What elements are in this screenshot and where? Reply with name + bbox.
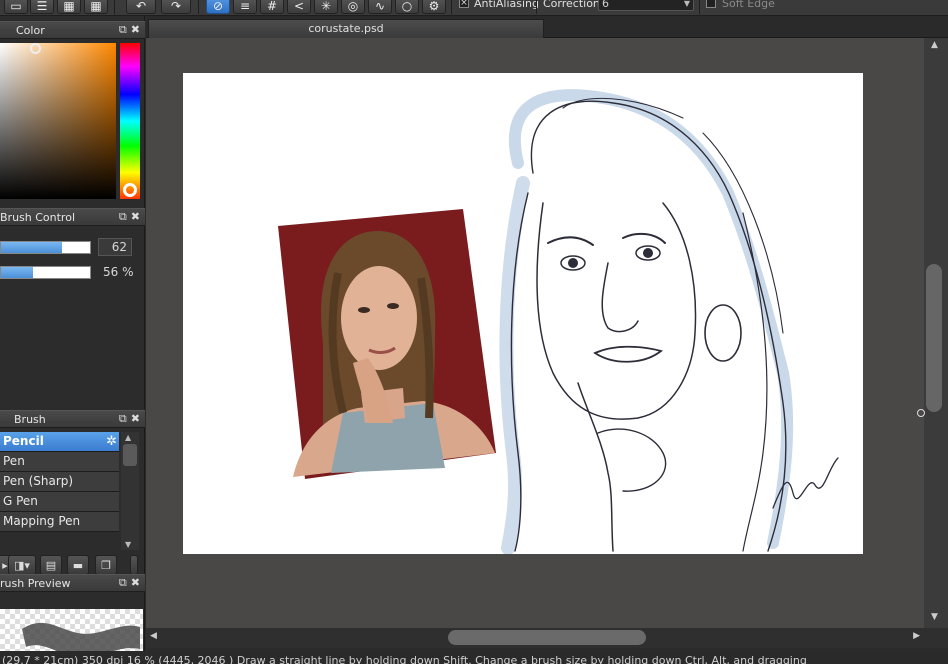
document-tab-title: corustate.psd — [308, 22, 384, 35]
popout-icon[interactable]: ⧉ — [119, 576, 127, 589]
brush-item-pencil[interactable]: Pencil ✲ — [0, 432, 119, 452]
panel-resize-handle[interactable] — [130, 555, 138, 575]
horizontal-scroll-thumb[interactable] — [448, 630, 646, 645]
status-text: (29.7 * 21cm) 350 dpi 16 % (4445, 2046 )… — [2, 654, 807, 664]
gear-icon[interactable]: ✲ — [106, 432, 117, 451]
brush-density-slider[interactable] — [0, 266, 91, 279]
brush-preview-title: rush Preview — [0, 577, 71, 590]
soft-edge-checkbox[interactable] — [706, 0, 716, 8]
hue-slider[interactable] — [120, 43, 140, 199]
document-tab-strip: corustate.psd — [146, 16, 948, 38]
canvas-vertical-scrollbar[interactable]: ▲ ▼ — [917, 38, 948, 628]
brush-control-header: Brush Control ⧉ ✖ — [0, 208, 145, 226]
parallel-lines-icon[interactable]: ≡ — [233, 0, 257, 14]
toolbar-divider — [699, 0, 700, 14]
scroll-down-icon[interactable]: ▼ — [125, 540, 131, 549]
folder-icon[interactable]: ▬ — [67, 555, 89, 575]
toolbar-divider — [451, 0, 452, 14]
color-panel-header: Color ⧉ ✖ — [0, 21, 145, 39]
brush-density-fill — [1, 267, 34, 278]
scroll-left-icon[interactable]: ◀ — [150, 631, 157, 641]
canvas-horizontal-scrollbar[interactable]: ◀ ▶ — [146, 628, 948, 648]
canvas-workspace[interactable] — [146, 38, 924, 628]
toolbar-divider — [536, 0, 537, 14]
hue-handle[interactable] — [123, 183, 137, 197]
chevron-down-icon: ▼ — [683, 0, 690, 8]
soft-edge-label: Soft Edge — [722, 0, 775, 10]
brush-size-value[interactable]: 62 — [98, 238, 132, 256]
scroll-up-icon[interactable]: ▲ — [125, 433, 131, 442]
antialiasing-checkbox[interactable]: × — [459, 0, 469, 8]
brush-list: Pencil ✲ Pen Pen (Sharp) G Pen Mapping P… — [0, 432, 119, 532]
brush-item-pen-sharp[interactable]: Pen (Sharp) — [0, 472, 119, 492]
scroll-thumb[interactable] — [123, 444, 137, 466]
radial-lines-icon[interactable]: ✳ — [314, 0, 338, 14]
vanishing-point-icon[interactable]: < — [287, 0, 311, 14]
color-picker-handle[interactable] — [30, 43, 41, 54]
antialiasing-label: AntiAliasing — [474, 0, 539, 10]
brush-item-label: Pen (Sharp) — [3, 474, 74, 488]
popout-icon[interactable]: ⧉ — [119, 412, 127, 425]
crosshatch-icon[interactable]: # — [260, 0, 284, 14]
close-icon[interactable]: ✖ — [131, 210, 140, 223]
brush-item-label: Mapping Pen — [3, 514, 81, 528]
color-saturation-square[interactable] — [0, 43, 116, 199]
brush-size-slider[interactable] — [0, 241, 91, 254]
brush-item-label: Pencil — [3, 434, 44, 448]
new-brush-icon[interactable]: ▤ — [40, 555, 62, 575]
brush-control-title: Brush Control — [0, 211, 76, 224]
settings-icon[interactable]: ⚙ — [422, 0, 446, 14]
correction-select[interactable]: 6 ▼ — [598, 0, 694, 11]
left-panels: Color ⧉ ✖ Brush Control ⧉ ✖ 62 56 % Brush … — [0, 16, 145, 664]
close-icon[interactable]: ✖ — [131, 412, 140, 425]
brush-item-mapping-pen[interactable]: Mapping Pen — [0, 512, 119, 532]
popout-icon[interactable]: ⧉ — [119, 23, 127, 36]
top-toolbar: ▭ ☰ ▦ ▦ ↶ ↷ ⊘ ≡ # < ✳ ◎ ∿ ○ ⚙ × AntiAlia… — [0, 0, 948, 16]
toolbar-divider — [114, 0, 115, 14]
brush-list-scrollbar[interactable]: ▲ ▼ — [121, 432, 139, 550]
undo-icon[interactable]: ↶ — [126, 0, 156, 14]
close-icon[interactable]: ✖ — [131, 23, 140, 36]
close-icon[interactable]: ✖ — [131, 576, 140, 589]
brush-type-dropdown[interactable]: ◨▾ — [8, 555, 36, 575]
redo-icon[interactable]: ↷ — [161, 0, 191, 14]
reference-photo — [278, 209, 496, 479]
duplicate-icon[interactable]: ❐ — [95, 555, 117, 575]
brush-size-fill — [1, 242, 63, 253]
ruler-off-icon[interactable]: ⊘ — [206, 0, 230, 14]
scroll-down-icon[interactable]: ▼ — [931, 612, 938, 622]
ellipse-icon[interactable]: ○ — [395, 0, 419, 14]
tab-corustate[interactable]: corustate.psd — [148, 19, 544, 38]
toolbar-divider — [198, 0, 199, 14]
brush-item-label: G Pen — [3, 494, 38, 508]
scroll-up-icon[interactable]: ▲ — [931, 40, 938, 50]
document-icon[interactable]: ☰ — [30, 0, 54, 14]
scroll-right-icon[interactable]: ▶ — [913, 631, 920, 641]
brush-item-pen[interactable]: Pen — [0, 452, 119, 472]
brush-panel-title: Brush — [14, 413, 46, 426]
brush-preview-header: rush Preview ⧉ ✖ — [0, 574, 145, 592]
correction-value: 6 — [602, 0, 609, 10]
correction-label: Correction — [543, 0, 600, 10]
brush-item-g-pen[interactable]: G Pen — [0, 492, 119, 512]
popout-icon[interactable]: ⧉ — [119, 210, 127, 223]
grid-icon[interactable]: ▦ — [84, 0, 108, 14]
brush-cursor-icon — [917, 409, 925, 417]
vertical-scroll-thumb[interactable] — [926, 264, 942, 412]
window-icon[interactable]: ▭ — [4, 0, 28, 14]
caricature-sketch — [499, 89, 839, 554]
layers-icon[interactable]: ▦ — [57, 0, 81, 14]
brush-density-value: 56 % — [103, 265, 134, 279]
color-panel-title: Color — [16, 24, 45, 37]
status-bar: (29.7 * 21cm) 350 dpi 16 % (4445, 2046 )… — [0, 651, 948, 664]
curve-icon[interactable]: ∿ — [368, 0, 392, 14]
brush-item-label: Pen — [3, 454, 25, 468]
brush-panel-header: Brush ⧉ ✖ — [0, 410, 145, 428]
concentric-icon[interactable]: ◎ — [341, 0, 365, 14]
drawing-canvas[interactable] — [183, 73, 863, 554]
